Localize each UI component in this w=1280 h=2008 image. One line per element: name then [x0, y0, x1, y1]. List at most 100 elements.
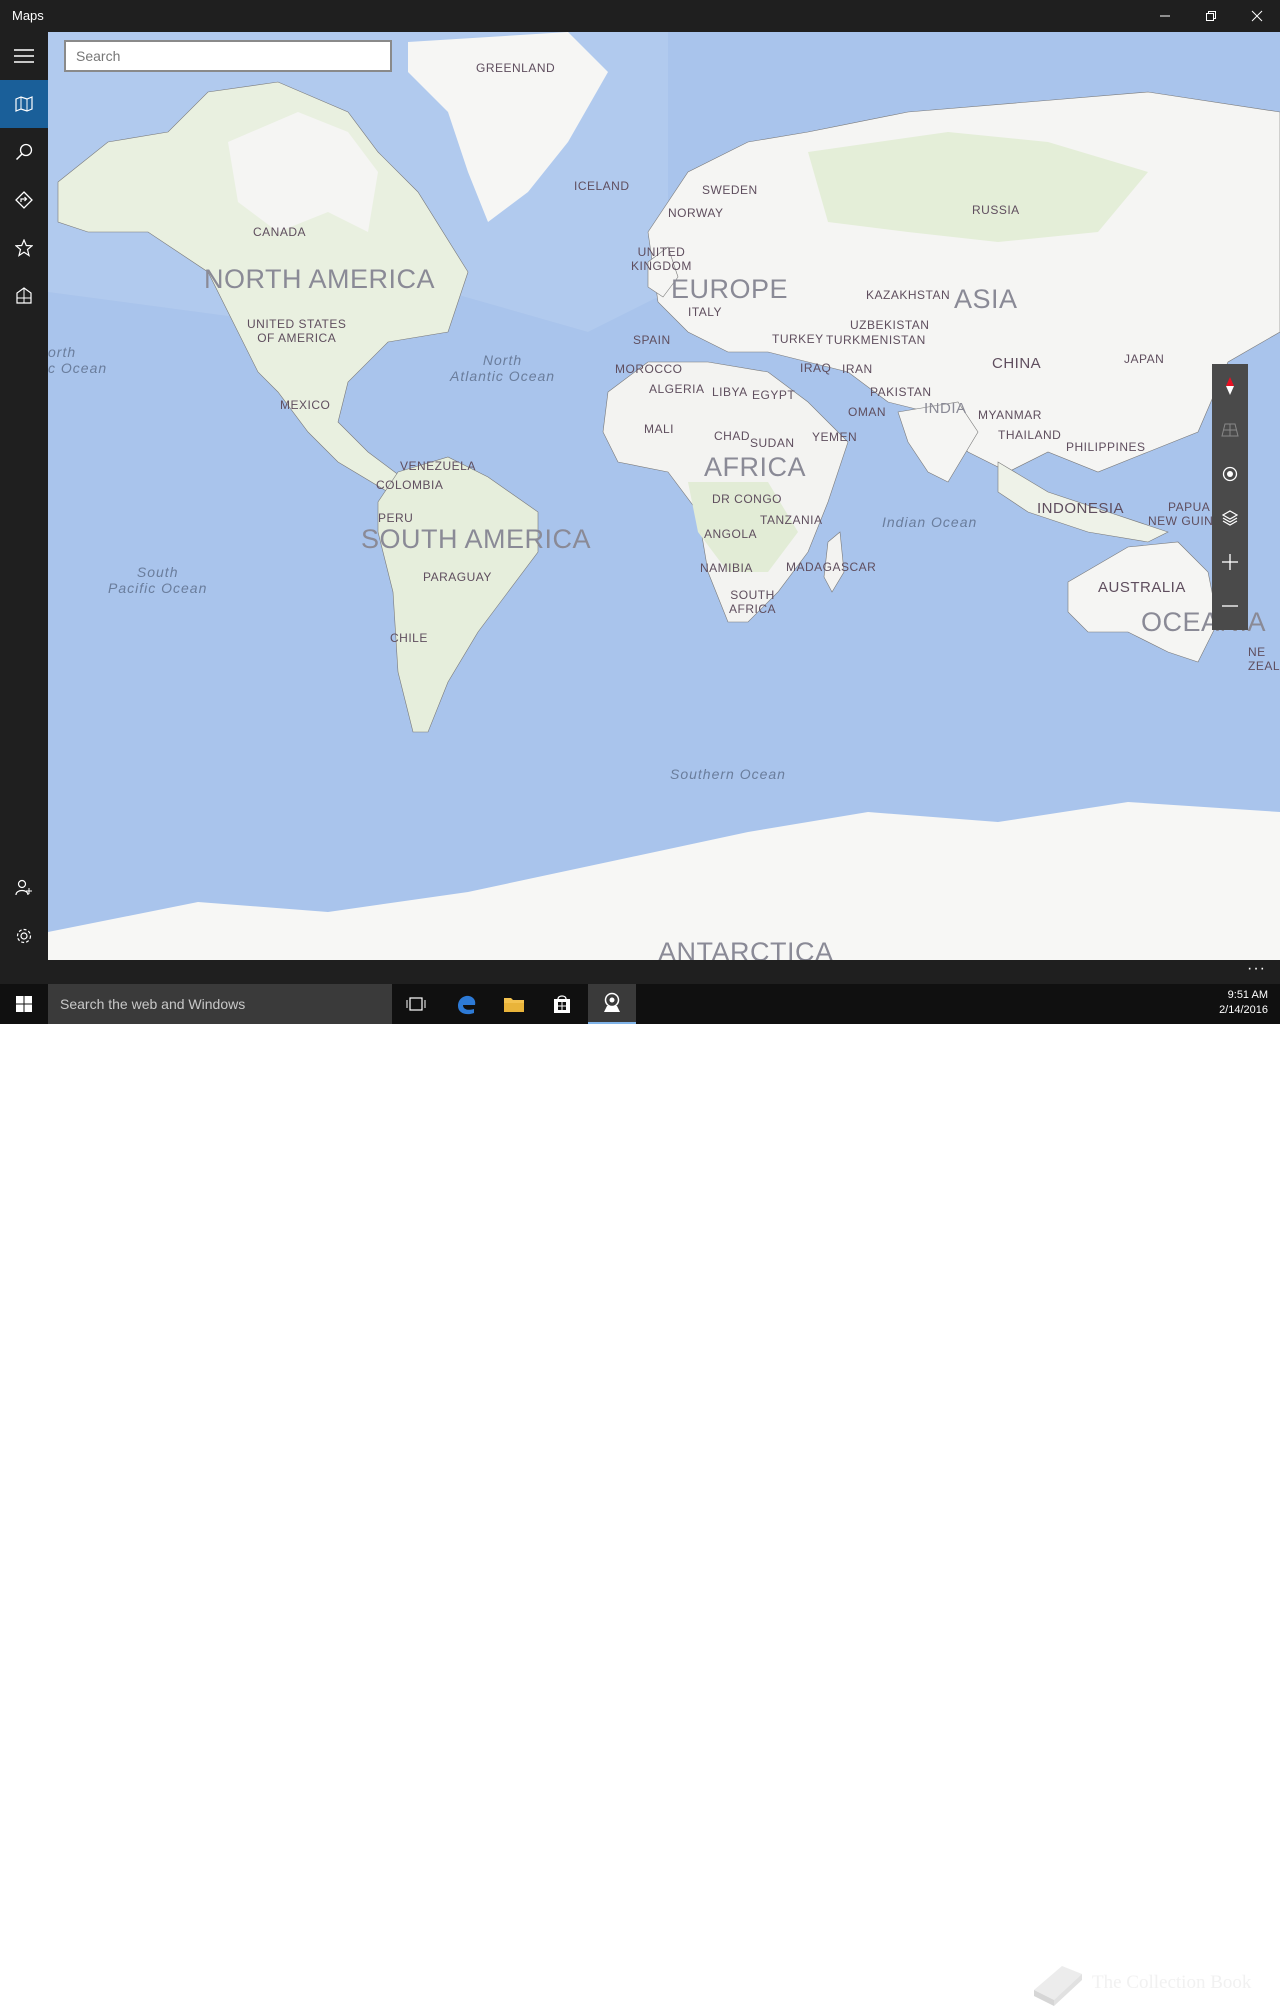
clock-date: 2/14/2016	[1219, 1004, 1268, 1016]
location-icon	[1222, 466, 1238, 482]
label-north-pacific-ocean: orth c Ocean	[48, 344, 108, 377]
start-button[interactable]	[0, 984, 48, 1024]
compass-icon	[1226, 377, 1234, 395]
watermark: The Collection Book	[1028, 1958, 1268, 2008]
label-north-america: NORTH AMERICA	[204, 264, 436, 294]
label-iran: IRAN	[842, 362, 873, 376]
label-norway: NORWAY	[668, 206, 724, 220]
layers-icon	[1222, 510, 1238, 526]
label-iraq: IRAQ	[800, 361, 832, 375]
label-paraguay: PARAGUAY	[423, 570, 492, 584]
maps-taskbar-button[interactable]	[588, 984, 636, 1024]
store-icon	[554, 995, 570, 1013]
edge-button[interactable]	[442, 984, 490, 1024]
sidebar	[0, 32, 48, 960]
zoom-in-button[interactable]	[1212, 540, 1248, 584]
clock-time: 9:51 AM	[1227, 989, 1268, 1001]
restore-icon	[1206, 11, 1216, 21]
label-colombia: COLOMBIA	[376, 478, 444, 492]
windows-logo-icon	[16, 996, 32, 1012]
zoom-out-button[interactable]	[1212, 584, 1248, 628]
watermark-text: The Collection Book	[1092, 1972, 1252, 1993]
label-australia: AUSTRALIA	[1098, 579, 1186, 596]
label-sweden: SWEDEN	[702, 183, 758, 197]
label-spain: SPAIN	[633, 333, 671, 347]
hamburger-icon	[14, 49, 34, 63]
label-japan: JAPAN	[1124, 352, 1165, 366]
sidebar-item-sign-in[interactable]	[0, 864, 48, 912]
map-canvas[interactable]: NORTH AMERICA SOUTH AMERICA EUROPE ASIA …	[48, 32, 1280, 960]
minimize-button[interactable]	[1142, 0, 1188, 32]
label-iceland: ICELAND	[574, 179, 630, 193]
sidebar-item-directions[interactable]	[0, 176, 48, 224]
task-view-button[interactable]	[392, 984, 440, 1024]
menu-button[interactable]	[0, 32, 48, 80]
map-views-button[interactable]	[1212, 496, 1248, 540]
label-russia: RUSSIA	[972, 203, 1020, 217]
label-new-zealand: NE ZEAL	[1248, 645, 1280, 673]
label-indonesia: INDONESIA	[1037, 500, 1125, 517]
3d-cities-icon	[16, 287, 32, 304]
store-button[interactable]	[538, 984, 586, 1024]
label-madagascar: MADAGASCAR	[786, 560, 877, 574]
tilt-button[interactable]	[1212, 408, 1248, 452]
label-chad: CHAD	[714, 429, 751, 443]
task-view-icon	[406, 997, 426, 1011]
clock[interactable]: 9:51 AM 2/14/2016	[1219, 988, 1268, 1018]
label-algeria: ALGERIA	[649, 382, 705, 396]
label-chile: CHILE	[390, 631, 428, 645]
close-button[interactable]	[1234, 0, 1280, 32]
label-yemen: YEMEN	[812, 430, 858, 444]
sidebar-item-3d-cities[interactable]	[0, 272, 48, 320]
search-input[interactable]	[66, 42, 386, 70]
title-bar: Maps	[0, 0, 1280, 32]
book-logo-icon	[1034, 1966, 1082, 2006]
file-explorer-button[interactable]	[490, 984, 538, 1024]
app-bar: ···	[0, 960, 1280, 984]
tilt-icon	[1221, 423, 1239, 437]
sidebar-item-search[interactable]	[0, 128, 48, 176]
world-map-base	[48, 32, 1280, 960]
label-peru: PERU	[378, 511, 414, 525]
label-namibia: NAMIBIA	[700, 561, 753, 575]
label-oman: OMAN	[848, 405, 886, 419]
label-europe: EUROPE	[671, 274, 789, 304]
label-turkmenistan: TURKMENISTAN	[826, 333, 926, 347]
label-tanzania: TANZANIA	[760, 513, 823, 527]
label-uzbekistan: UZBEKISTAN	[850, 318, 930, 332]
taskbar: Search the web and Windows The Collectio…	[0, 984, 1280, 2006]
directions-icon	[15, 191, 33, 209]
map-icon	[15, 96, 33, 112]
label-north-atlantic-ocean: North Atlantic Ocean	[450, 352, 556, 385]
label-egypt: EGYPT	[752, 388, 796, 402]
compass-button[interactable]	[1212, 364, 1248, 408]
label-asia: ASIA	[954, 284, 1018, 314]
search-box[interactable]	[64, 40, 392, 72]
maps-app-icon	[604, 992, 620, 1012]
label-turkey: TURKEY	[772, 332, 824, 346]
label-antarctica: ANTARCTICA	[658, 937, 834, 960]
label-thailand: THAILAND	[998, 428, 1062, 442]
label-india: INDIA	[924, 400, 967, 417]
window-title: Maps	[12, 8, 44, 23]
label-myanmar: MYANMAR	[978, 408, 1042, 422]
taskbar-search-box[interactable]: Search the web and Windows	[48, 984, 392, 1024]
label-usa: UNITED STATES OF AMERICA	[247, 317, 347, 345]
label-pakistan: PAKISTAN	[870, 385, 932, 399]
folder-icon	[504, 998, 524, 1012]
label-africa: AFRICA	[704, 452, 807, 482]
sidebar-item-map[interactable]	[0, 80, 48, 128]
label-morocco: MOROCCO	[615, 362, 683, 376]
restore-button[interactable]	[1188, 0, 1234, 32]
label-south-america: SOUTH AMERICA	[361, 524, 592, 554]
label-greenland: GREENLAND	[476, 61, 556, 75]
label-venezuela: VENEZUELA	[400, 459, 476, 473]
zoom-in-icon	[1222, 554, 1238, 570]
sidebar-item-favorites[interactable]	[0, 224, 48, 272]
label-indian-ocean: Indian Ocean	[882, 514, 978, 530]
show-my-location-button[interactable]	[1212, 452, 1248, 496]
more-options-button[interactable]: ···	[1247, 960, 1266, 978]
sidebar-item-settings[interactable]	[0, 912, 48, 960]
label-italy: ITALY	[688, 305, 723, 319]
map-controls	[1212, 364, 1248, 630]
